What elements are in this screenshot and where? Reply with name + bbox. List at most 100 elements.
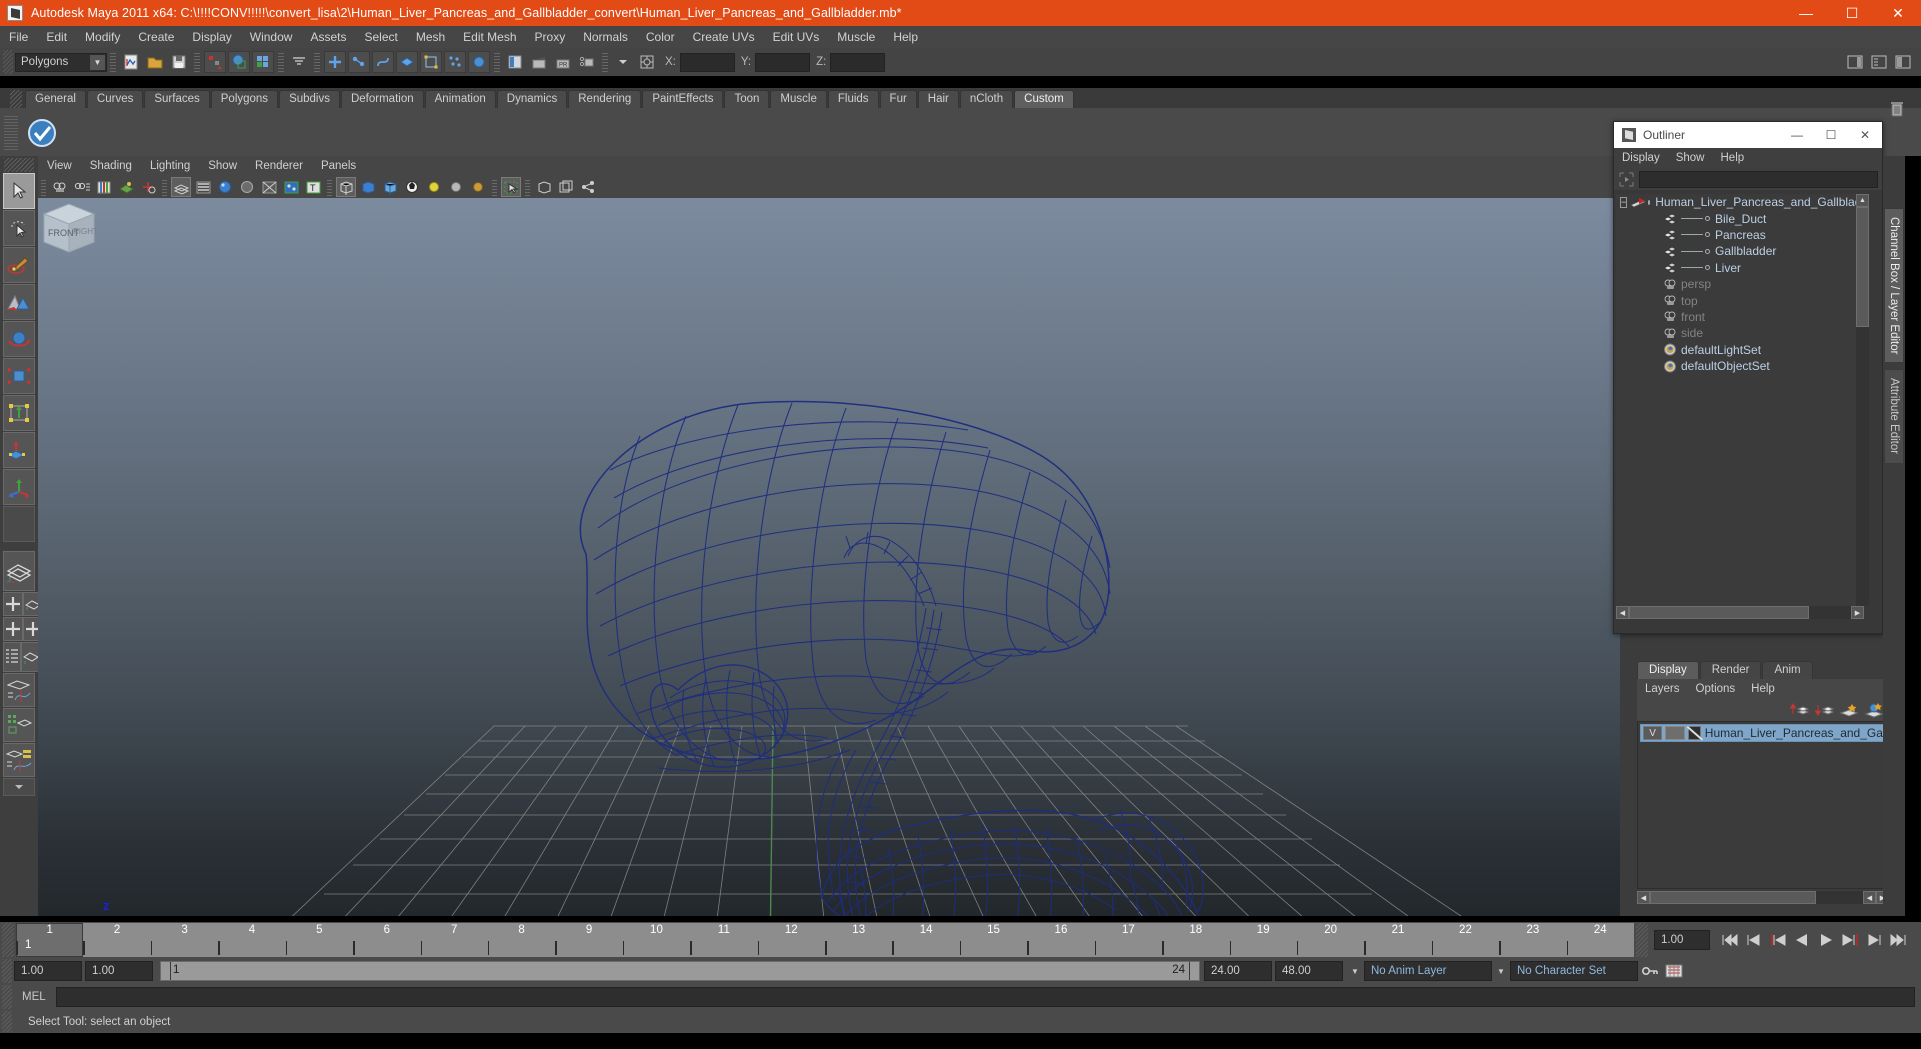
layer-color-swatch[interactable]	[1687, 726, 1701, 740]
shadows-icon[interactable]	[468, 177, 488, 197]
image-plane-icon[interactable]	[116, 177, 136, 197]
snap-to-curve-icon[interactable]	[348, 51, 370, 73]
outliner-horizontal-scrollbar[interactable]: ◀ ▶	[1616, 606, 1864, 619]
custom-shelf-item-icon[interactable]	[25, 116, 59, 150]
menu-item-modify[interactable]: Modify	[76, 26, 129, 48]
viewport-toolbar-grip[interactable]	[327, 178, 332, 196]
outliner-item-human-liver-pancreas-and-gallbladde[interactable]: − Human_Liver_Pancreas_and_Gallbladde	[1616, 194, 1864, 210]
menu-item-mesh[interactable]: Mesh	[407, 26, 454, 48]
toolbox-expand-button[interactable]	[3, 778, 35, 796]
time-slider-gripper[interactable]	[2, 923, 14, 957]
toolbar-grip[interactable]	[110, 52, 116, 72]
range-left-handle[interactable]	[161, 962, 171, 980]
viewport-menu-view[interactable]: View	[38, 156, 81, 176]
range-slider-bar[interactable]: 1 24	[160, 961, 1200, 981]
viewport-toolbar-grip[interactable]	[492, 178, 497, 196]
layer-menu-options[interactable]: Options	[1688, 679, 1744, 699]
toolbar-grip[interactable]	[494, 52, 500, 72]
lasso-select-tool[interactable]	[3, 210, 35, 246]
step-back-key-icon[interactable]	[1766, 929, 1790, 951]
outliner-tree[interactable]: − Human_Liver_Pancreas_and_Gallbladde Bile…	[1616, 194, 1864, 606]
layout-persp-trax-icon[interactable]	[3, 743, 35, 777]
step-forward-frame-icon[interactable]	[1862, 929, 1886, 951]
time-slider-gripper-right[interactable]	[1636, 923, 1648, 957]
shelf-tab-deformation[interactable]: Deformation	[340, 90, 424, 108]
viewport-menu-panels[interactable]: Panels	[312, 156, 365, 176]
scroll-right-icon[interactable]: ▶	[1851, 606, 1864, 619]
playback-start-time-field[interactable]: 1.00	[85, 961, 153, 981]
layer-row[interactable]: V Human_Liver_Pancreas_and_Gallblad	[1640, 724, 1886, 742]
shelf-tab-surfaces[interactable]: Surfaces	[144, 90, 210, 108]
shelf-tab-curves[interactable]: Curves	[86, 90, 144, 108]
viewport-toolbar-grip[interactable]	[525, 178, 530, 196]
share-view-icon[interactable]	[578, 177, 598, 197]
outliner-item-gallbladder[interactable]: Gallbladder	[1616, 243, 1864, 259]
shelf-tab-hair[interactable]: Hair	[917, 90, 959, 108]
mel-command-input[interactable]	[56, 987, 1915, 1007]
viewport-menu-lighting[interactable]: Lighting	[141, 156, 199, 176]
outliner-menu-help[interactable]: Help	[1713, 148, 1753, 168]
make-live-icon[interactable]	[444, 51, 466, 73]
anim-layer-dropdown-icon[interactable]: ▼	[1346, 961, 1364, 981]
layout-persp-graph-editor-icon[interactable]	[3, 673, 35, 707]
outliner-expand-toggle[interactable]: −	[1620, 196, 1628, 208]
select-camera-icon[interactable]	[50, 177, 70, 197]
anim-layer-field[interactable]: No Anim Layer	[1364, 961, 1492, 981]
shelf-tab-fluids[interactable]: Fluids	[827, 90, 879, 108]
menu-item-edit-uvs[interactable]: Edit UVs	[764, 26, 829, 48]
outliner-scroll-thumb[interactable]	[1856, 207, 1869, 327]
render-settings-icon[interactable]: PR	[552, 51, 574, 73]
layout-row-1[interactable]	[3, 592, 43, 616]
menu-item-select[interactable]: Select	[355, 26, 406, 48]
menu-item-color[interactable]: Color	[637, 26, 684, 48]
shelf-tab-toon[interactable]: Toon	[724, 90, 770, 108]
layer-horizontal-scrollbar[interactable]: ◀ ◀ ▶	[1637, 891, 1889, 904]
select-by-component-type-icon[interactable]	[252, 51, 274, 73]
snap-to-point-icon[interactable]	[372, 51, 394, 73]
shelf-tab-polygons[interactable]: Polygons	[210, 90, 279, 108]
select-by-hierarchy-icon[interactable]	[204, 51, 226, 73]
smooth-mesh-preview-icon[interactable]	[402, 177, 422, 197]
layout-four-view-icon[interactable]	[3, 592, 23, 616]
outliner-item-bile-duct[interactable]: Bile_Duct	[1616, 210, 1864, 226]
outliner-menu-show[interactable]: Show	[1668, 148, 1713, 168]
animation-preferences-icon[interactable]	[1662, 960, 1686, 982]
all-lights-icon[interactable]	[446, 177, 466, 197]
outliner-item-defaultobjectset[interactable]: defaultObjectSet	[1616, 358, 1864, 374]
outliner-item-front[interactable]: front	[1616, 309, 1864, 325]
flat-shade-icon[interactable]	[237, 177, 257, 197]
layer-down-icon[interactable]	[1813, 700, 1835, 720]
maximize-button[interactable]: ☐	[1829, 0, 1875, 26]
step-forward-key-icon[interactable]	[1838, 929, 1862, 951]
show-hide-tool-settings-icon[interactable]	[1892, 51, 1914, 73]
toolbar-grip[interactable]	[278, 52, 284, 72]
menu-item-assets[interactable]: Assets	[301, 26, 355, 48]
layer-hscroll-thumb[interactable]	[1650, 891, 1816, 904]
new-layer-from-selected-icon[interactable]	[1863, 700, 1885, 720]
menu-item-file[interactable]: File	[0, 26, 37, 48]
menu-item-create[interactable]: Create	[129, 26, 183, 48]
universal-manipulator-tool[interactable]	[3, 395, 35, 431]
snap-to-construction-plane-icon[interactable]	[420, 51, 442, 73]
viewport-menu-show[interactable]: Show	[199, 156, 246, 176]
outliner-menu-display[interactable]: Display	[1614, 148, 1668, 168]
outliner-search-input[interactable]	[1639, 170, 1878, 188]
two-d-pan-zoom-icon[interactable]	[138, 177, 158, 197]
shelf-tab-dynamics[interactable]: Dynamics	[496, 90, 568, 108]
tab-channel-box-layer-editor[interactable]: Channel Box / Layer Editor	[1884, 208, 1904, 364]
shade-all-objects-icon[interactable]	[380, 177, 400, 197]
current-frame-field[interactable]: 1.00	[1654, 930, 1710, 950]
layer-tab-anim[interactable]: Anim	[1762, 661, 1813, 679]
menu-item-proxy[interactable]: Proxy	[526, 26, 575, 48]
viewport-toolbar-grip[interactable]	[41, 178, 46, 196]
bookmark-icon[interactable]	[94, 177, 114, 197]
menu-item-window[interactable]: Window	[241, 26, 302, 48]
single-object-xray-icon[interactable]	[534, 177, 554, 197]
range-slider-gripper[interactable]	[2, 959, 12, 983]
isolate-select-icon[interactable]	[501, 177, 521, 197]
select-tool[interactable]	[3, 173, 35, 209]
layer-playback-toggle[interactable]	[1665, 726, 1685, 740]
menu-item-help[interactable]: Help	[884, 26, 927, 48]
camera-attributes-icon[interactable]	[72, 177, 92, 197]
input-field-mode-icon[interactable]	[636, 51, 658, 73]
